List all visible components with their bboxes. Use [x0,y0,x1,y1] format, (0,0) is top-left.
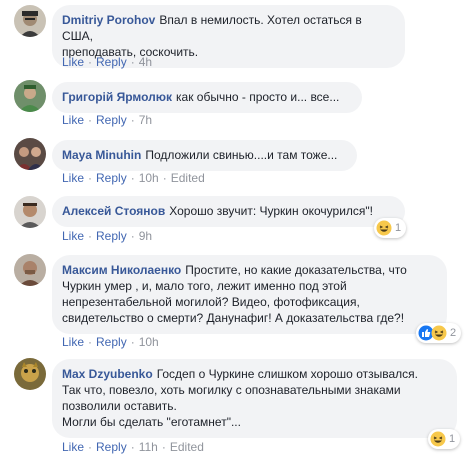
avatar[interactable] [14,80,46,112]
comment-bubble: Алексей Стоянов Хорошо звучит: Чуркин око… [52,196,405,227]
reply-link[interactable]: Reply [96,335,127,349]
haha-icon [431,325,447,341]
like-link[interactable]: Like [62,229,84,243]
avatar[interactable] [14,358,46,390]
comment-text-line: Так что, повезло, хоть могилку с опознав… [62,383,401,397]
comment-bubble: Max Dzyubenko Госдеп о Чуркине слишком хо… [52,359,457,438]
avatar[interactable] [14,138,46,170]
comment-author[interactable]: Max Dzyubenko [62,367,153,381]
reply-link[interactable]: Reply [96,55,127,69]
comment-text-line: Могли бы сделать "еготамнет"... [62,415,241,429]
timestamp[interactable]: 4h [139,55,152,69]
reply-link[interactable]: Reply [96,440,127,454]
like-link[interactable]: Like [62,113,84,127]
timestamp[interactable]: 10h [139,335,159,349]
comment-author[interactable]: Максим Николаенко [62,263,181,277]
timestamp[interactable]: 9h [139,229,152,243]
avatar[interactable] [14,5,46,37]
comment-actions: Like · Reply · 10h [62,335,159,349]
edited-label[interactable]: Edited [170,440,204,454]
like-link[interactable]: Like [62,335,84,349]
reply-link[interactable]: Reply [96,113,127,127]
reaction-summary[interactable]: 1 [428,429,461,449]
reaction-summary[interactable]: 1 [374,218,407,238]
reply-link[interactable]: Reply [96,171,127,185]
comment-text-line: Подложили свинью....и там тоже... [145,148,338,162]
reaction-count: 1 [395,222,402,234]
comment-text-line: Простите, но какие доказательства, что [185,263,407,277]
comment-text-line: Госдеп о Чуркине слишком хорошо отзывалс… [156,367,418,381]
comment-author[interactable]: Dmitriy Porohov [62,13,155,27]
timestamp[interactable]: 10h [139,171,159,185]
avatar[interactable] [14,196,46,228]
comment-bubble: Maya Minuhin Подложили свинью....и там то… [52,140,357,171]
haha-icon [376,220,392,236]
like-link[interactable]: Like [62,171,84,185]
reaction-count: 1 [449,433,456,445]
comment-actions: Like · Reply · 4h [62,55,153,69]
avatar[interactable] [14,254,46,286]
comment-text-line: непрезентабельной могилой? Видео, фотофи… [62,295,360,309]
like-link[interactable]: Like [62,55,84,69]
reply-link[interactable]: Reply [96,229,127,243]
comment-bubble: Григорій Ярмолюк как обычно - просто и...… [52,82,362,113]
haha-icon [430,431,446,447]
reaction-count: 2 [450,327,457,339]
comment-text-line: Чуркин умер , и, мало того, лежит именно… [62,279,347,293]
comment-author[interactable]: Григорій Ярмолюк [62,90,172,104]
comment-bubble: Максим Николаенко Простите, но какие дока… [52,255,447,334]
reaction-summary[interactable]: 2 [416,323,462,343]
comment-author[interactable]: Алексей Стоянов [62,204,165,218]
comment-text-line: позволили оставить. [62,399,177,413]
comment-actions: Like · Reply · 9h [62,229,153,243]
comment-actions: Like · Reply · 7h [62,113,153,127]
like-link[interactable]: Like [62,440,84,454]
comment-text-line: свидетельство о смерти? Данунафиг! А док… [62,311,405,325]
comment-text-line: как обычно - просто и... все... [176,90,340,104]
timestamp[interactable]: 7h [139,113,152,127]
comment-actions: Like · Reply · 11h · Edited [62,440,204,454]
edited-label[interactable]: Edited [171,171,205,185]
comment-text-line: Хорошо звучит: Чуркин окочурился"! [169,204,373,218]
comment-actions: Like · Reply · 10h · Edited [62,171,205,185]
comment-author[interactable]: Maya Minuhin [62,148,141,162]
timestamp[interactable]: 11h [139,440,158,454]
